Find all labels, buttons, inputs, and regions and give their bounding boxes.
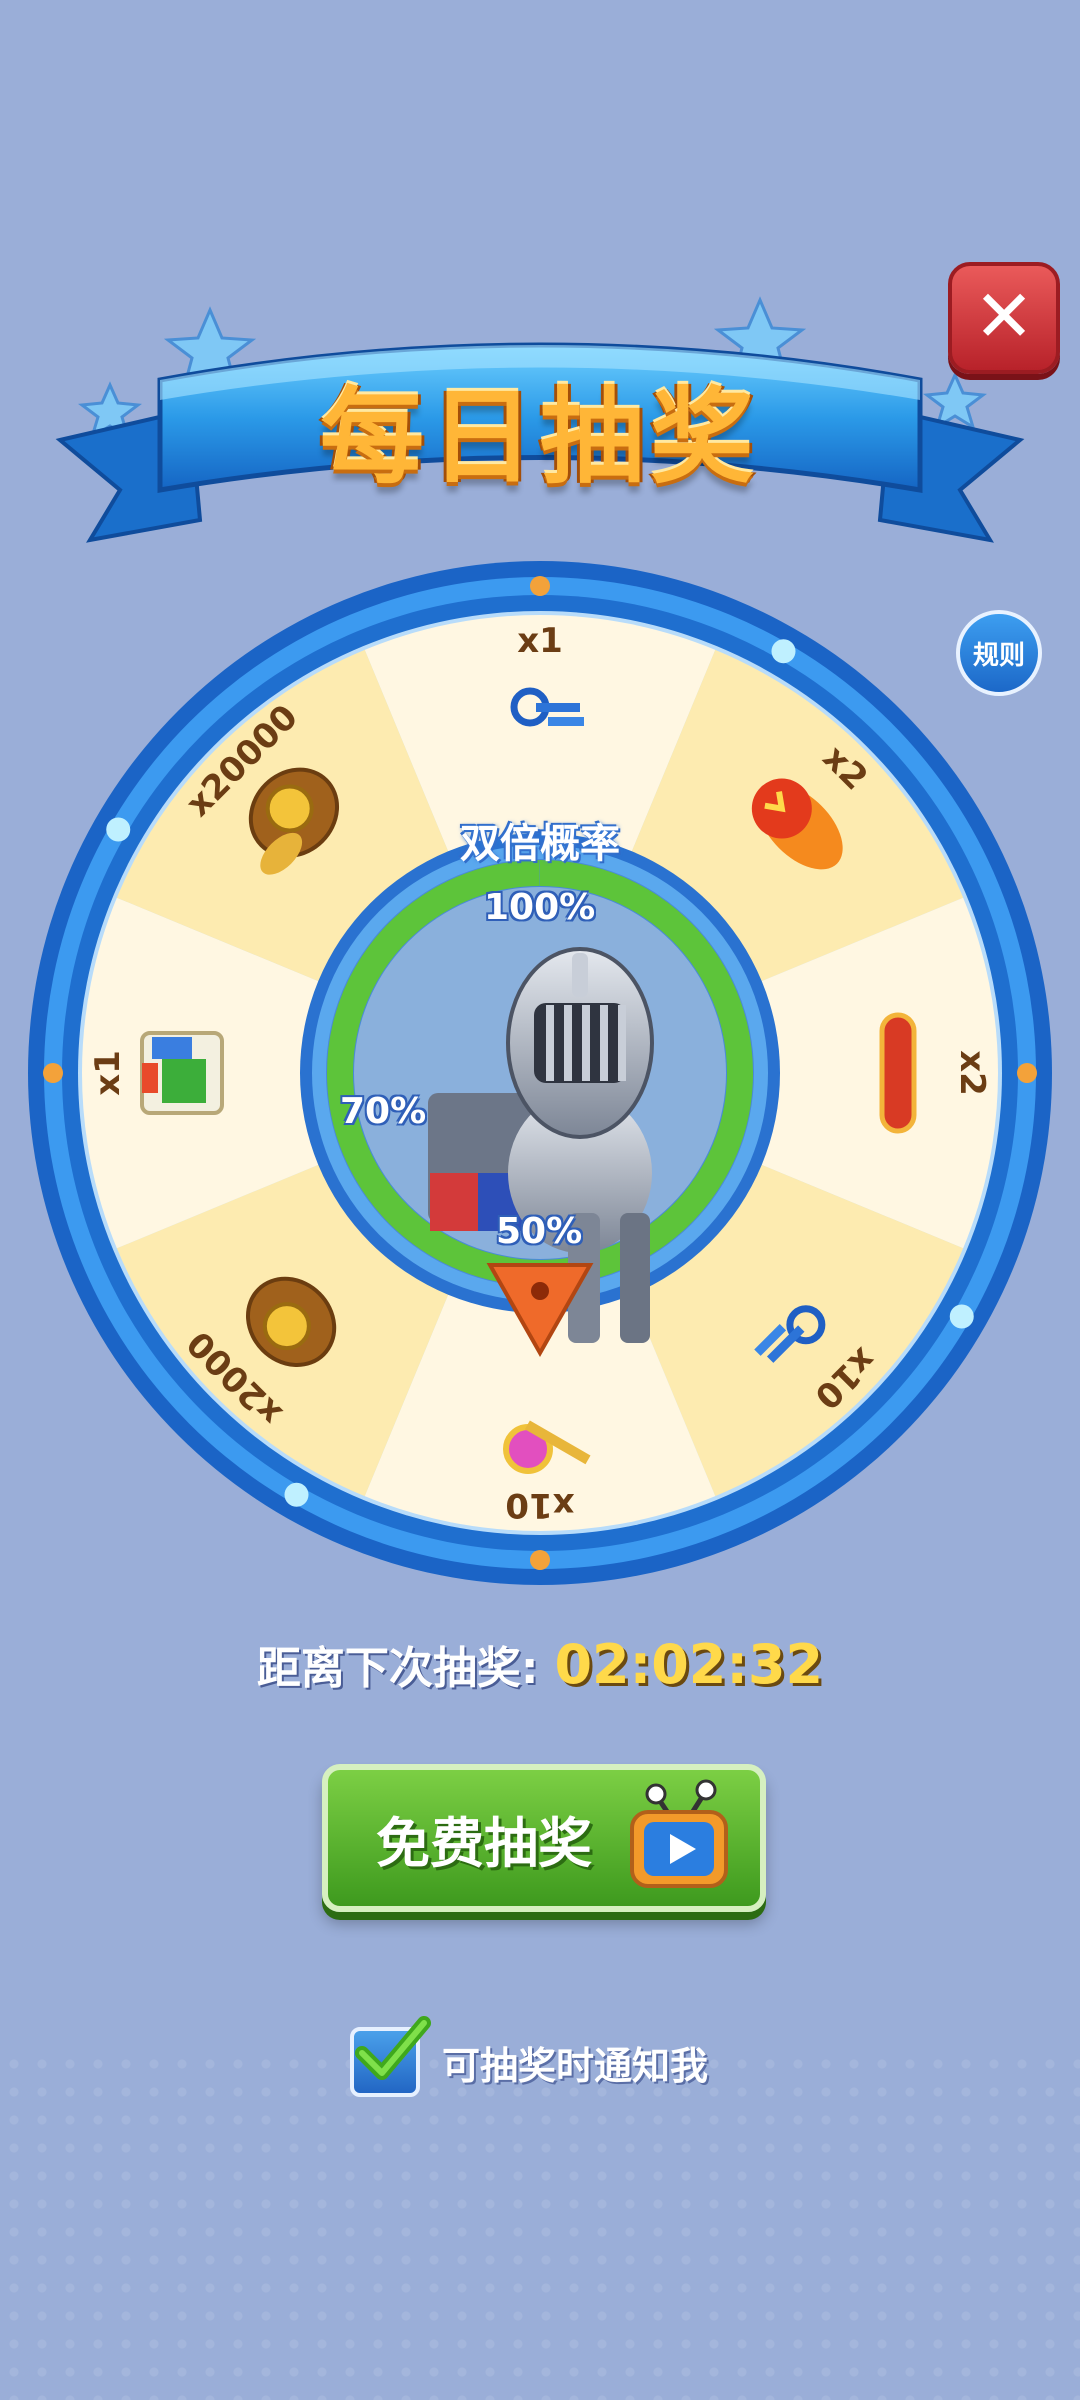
mystery-box-icon bbox=[140, 1031, 224, 1115]
rim-light bbox=[284, 1482, 309, 1507]
wheel-graphic bbox=[28, 561, 1052, 1585]
close-icon: ✕ bbox=[973, 274, 1035, 358]
notify-option[interactable]: 可抽奖时通知我 bbox=[350, 2016, 709, 2098]
checkmark-icon bbox=[355, 2016, 431, 2080]
rim-light bbox=[1017, 1063, 1037, 1083]
rim-light bbox=[530, 1550, 550, 1570]
background-pattern bbox=[0, 2050, 1080, 2400]
page-title: 每日抽奖 bbox=[319, 376, 760, 498]
slot-amount: x2 bbox=[952, 1050, 992, 1096]
slot-amount: x1 bbox=[88, 1050, 128, 1096]
free-spin-button[interactable]: 免费抽奖 bbox=[322, 1764, 766, 1912]
rim-light bbox=[530, 576, 550, 596]
countdown-time: 02:02:32 bbox=[554, 1633, 824, 1696]
notify-checkbox[interactable] bbox=[350, 2016, 431, 2097]
notify-label: 可抽奖时通知我 bbox=[442, 2043, 709, 2088]
rim-light bbox=[771, 639, 796, 664]
slot-amount: x1 bbox=[517, 621, 563, 661]
double-chance-label: 双倍概率 bbox=[460, 821, 620, 867]
countdown-label: 距离下次抽奖: bbox=[256, 1643, 539, 1694]
progress-label-100: 100% bbox=[484, 887, 596, 928]
rim-light bbox=[43, 1063, 63, 1083]
progress-label-50: 50% bbox=[496, 1211, 583, 1252]
progress-label-70: 70% bbox=[340, 1091, 427, 1132]
free-spin-label: 免费抽奖 bbox=[376, 1811, 592, 1875]
next-spin-countdown: 距离下次抽奖: 02:02:32 bbox=[0, 1632, 1080, 1696]
prize-wheel: 双倍概率 100% 70% 50% x1 x2 x2 x10 x10 x2000 x1 x20… bbox=[20, 553, 1060, 1593]
red-skateboard-icon bbox=[879, 1012, 917, 1134]
tv-play-icon bbox=[630, 1779, 728, 1888]
slot-amount: x10 bbox=[505, 1485, 575, 1525]
rim-light bbox=[949, 1304, 974, 1329]
close-button[interactable]: ✕ bbox=[948, 262, 1060, 374]
